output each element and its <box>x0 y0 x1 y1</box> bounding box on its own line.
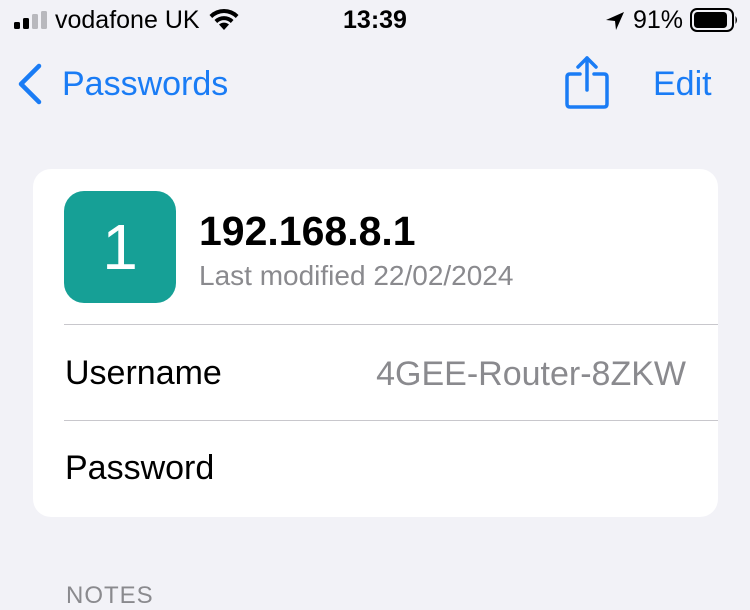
battery-icon <box>690 8 737 32</box>
username-label: Username <box>65 354 222 392</box>
last-modified: Last modified 22/02/2024 <box>199 260 514 291</box>
status-bar: vodafone UK 13:39 91% <box>0 0 750 40</box>
site-avatar: 1 <box>64 191 176 303</box>
battery-percent: 91% <box>633 6 684 34</box>
divider <box>64 420 718 421</box>
site-title: 192.168.8.1 <box>199 208 416 254</box>
back-button[interactable]: Passwords <box>16 62 228 106</box>
password-label: Password <box>65 449 215 487</box>
chevron-left-icon <box>18 63 42 105</box>
back-button-label[interactable]: Passwords <box>62 62 228 106</box>
share-icon[interactable] <box>563 54 611 110</box>
nav-bar: Passwords Edit <box>0 52 750 114</box>
location-arrow-icon <box>606 12 624 30</box>
divider <box>64 324 718 325</box>
username-value[interactable]: 4GEE-Router-8ZKW <box>376 353 686 395</box>
password-entry-card: 1 192.168.8.1 Last modified 22/02/2024 U… <box>33 169 718 517</box>
notes-section-header: NOTES <box>66 582 154 609</box>
edit-button[interactable]: Edit <box>653 62 712 106</box>
avatar-letter: 1 <box>102 211 138 283</box>
